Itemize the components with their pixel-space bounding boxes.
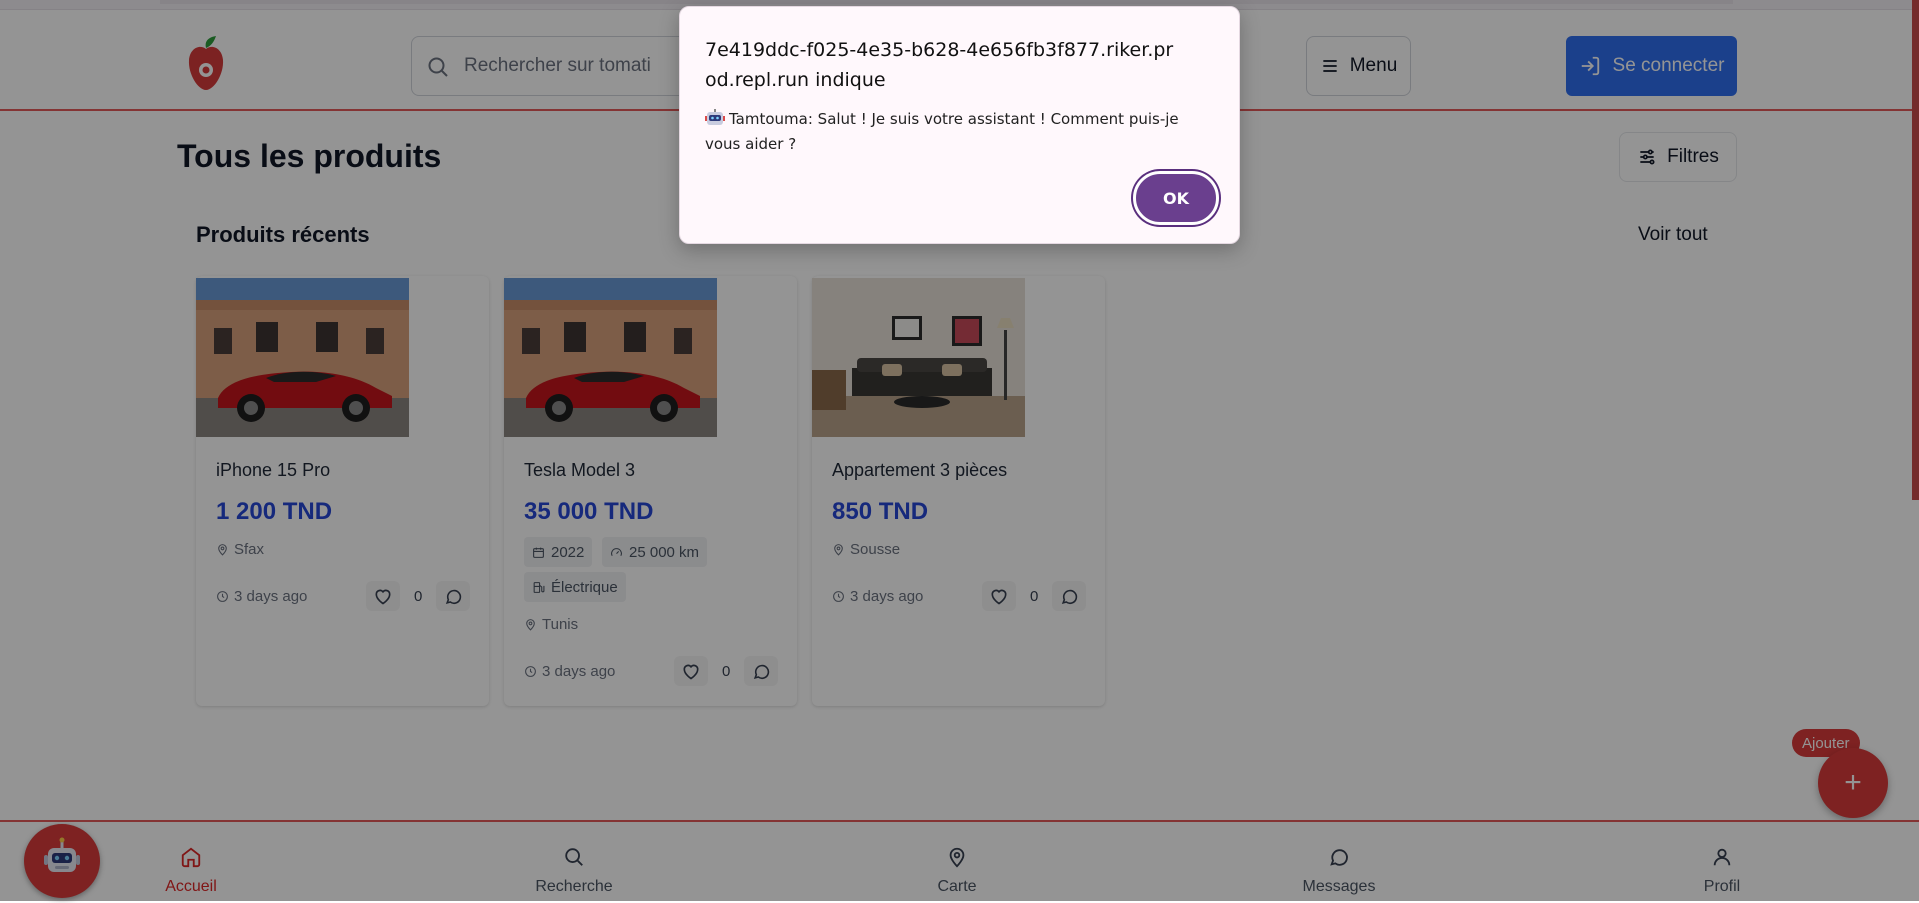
dialog-message-text: Tamtouma: Salut ! Je suis votre assistan…	[705, 110, 1179, 153]
robot-emoji-icon	[705, 109, 725, 125]
dialog-message: Tamtouma: Salut ! Je suis votre assistan…	[705, 107, 1205, 157]
page: Menu Se connecter Tous les produits Filt…	[0, 0, 1919, 901]
dialog-title: 7e419ddc-f025-4e35-b628-4e656fb3f877.rik…	[705, 39, 1174, 91]
ok-button[interactable]: OK	[1133, 171, 1219, 225]
alert-dialog: 7e419ddc-f025-4e35-b628-4e656fb3f877.rik…	[679, 6, 1240, 244]
